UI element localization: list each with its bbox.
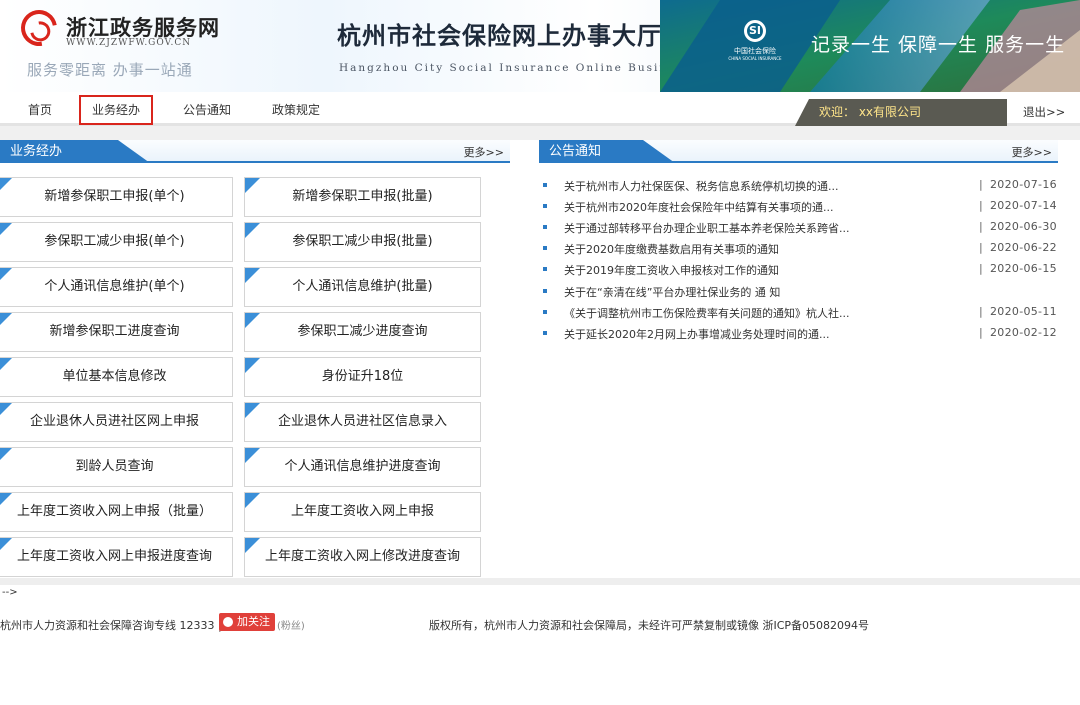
corner-icon (245, 178, 260, 193)
follow-label: 加关注 (237, 615, 270, 628)
service-button[interactable]: 企业退休人员进社区信息录入 (244, 402, 481, 442)
notice-row: 关于2019年度工资收入申报核对工作的通知|2020-06-15 (541, 259, 1056, 280)
corner-icon (0, 403, 12, 418)
notices-more-link[interactable]: 更多>> (1012, 144, 1052, 160)
notice-title-link[interactable]: 关于杭州市人力社保医保、税务信息系统停机切换的通... (564, 178, 839, 194)
notice-title-link[interactable]: 关于2020年度缴费基数启用有关事项的通知 (564, 241, 779, 257)
nav-business[interactable]: 业务经办 (79, 95, 153, 125)
service-button[interactable]: 上年度工资收入网上申报（批量） (0, 492, 233, 532)
service-button[interactable]: 个人通讯信息维护(单个) (0, 267, 233, 307)
corner-icon (0, 223, 12, 238)
corner-icon (0, 178, 12, 193)
social-insurance-logo-icon: SI 中国社会保险 CHINA SOCIAL INSURANCE (724, 20, 782, 64)
site-title: 杭州市社会保险网上办事大厅 (337, 16, 662, 51)
footer-divider (0, 578, 1080, 585)
notices-panel-header: 公告通知 更多>> (539, 140, 1058, 163)
bullet-icon (543, 310, 547, 314)
logout-link[interactable]: 退出>> (1023, 104, 1065, 120)
corner-icon (245, 538, 260, 553)
notice-date: 2020-06-15 (990, 262, 1057, 275)
notice-date: 2020-05-11 (990, 305, 1057, 318)
notice-date: 2020-02-12 (990, 326, 1057, 339)
brand-url: WWW.ZJZWFW.GOV.CN (66, 38, 191, 48)
service-button[interactable]: 参保职工减少申报(批量) (244, 222, 481, 262)
services-panel-title: 业务经办 (0, 140, 150, 163)
corner-icon (0, 268, 12, 283)
notice-title-link[interactable]: 关于在“亲清在线”平台办理社保业务的 通 知 (564, 284, 780, 300)
notice-title-link[interactable]: 关于杭州市2020年度社会保险年中结算有关事项的通... (564, 199, 833, 215)
corner-icon (0, 493, 12, 508)
corner-icon (245, 313, 260, 328)
service-button[interactable]: 新增参保职工进度查询 (0, 312, 233, 352)
notice-date: 2020-07-14 (990, 199, 1057, 212)
zjzwfw-logo-icon (14, 3, 64, 53)
service-button[interactable]: 参保职工减少申报(单个) (0, 222, 233, 262)
service-button[interactable]: 上年度工资收入网上申报进度查询 (0, 537, 233, 577)
main-nav: 首页 业务经办 公告通知 政策规定 欢迎： xx有限公司 退出>> (0, 92, 1080, 126)
notice-row: 关于杭州市2020年度社会保险年中结算有关事项的通...|2020-07-14 (541, 196, 1056, 217)
service-button[interactable]: 新增参保职工申报(单个) (0, 177, 233, 217)
service-button[interactable]: 个人通讯信息维护(批量) (244, 267, 481, 307)
notice-title-link[interactable]: 关于2019年度工资收入申报核对工作的通知 (564, 262, 779, 278)
corner-icon (245, 268, 260, 283)
service-button[interactable]: 企业退休人员进社区网上申报 (0, 402, 233, 442)
corner-icon (245, 448, 260, 463)
notice-title-link[interactable]: 关于通过部转移平台办理企业职工基本养老保险关系跨省... (564, 220, 850, 236)
notice-date: 2020-07-16 (990, 178, 1057, 191)
notice-row: 关于2020年度缴费基数启用有关事项的通知|2020-06-22 (541, 238, 1056, 259)
corner-icon (245, 493, 260, 508)
corner-icon (0, 448, 12, 463)
bullet-icon (543, 225, 547, 229)
stray-comment-text: --> (2, 587, 18, 598)
corner-icon (0, 313, 12, 328)
service-button[interactable]: 单位基本信息修改 (0, 357, 233, 397)
corner-icon (245, 403, 260, 418)
si-logo-cn: 中国社会保险 (724, 46, 786, 56)
notice-row: 关于杭州市人力社保医保、税务信息系统停机切换的通...|2020-07-16 (541, 175, 1056, 196)
bullet-icon (543, 267, 547, 271)
nav-notices[interactable]: 公告通知 (177, 95, 237, 125)
service-button[interactable]: 新增参保职工申报(批量) (244, 177, 481, 217)
corner-icon (0, 538, 12, 553)
notice-title-link[interactable]: 关于延长2020年2月网上办事增减业务处理时间的通... (564, 326, 829, 342)
bullet-icon (543, 246, 547, 250)
welcome-banner: 欢迎： xx有限公司 (795, 99, 1007, 126)
bullet-icon (543, 183, 547, 187)
nav-gap (0, 126, 1080, 140)
header-banner: 浙江政务服务网 WWW.ZJZWFW.GOV.CN 服务零距离 办事一站通 杭州… (0, 0, 1080, 92)
notice-row: 《关于调整杭州市工伤保险费率有关问题的通知》杭人社...|2020-05-11 (541, 302, 1056, 323)
service-button[interactable]: 上年度工资收入网上申报 (244, 492, 481, 532)
service-button[interactable]: 身份证升18位 (244, 357, 481, 397)
notice-date: 2020-06-22 (990, 241, 1057, 254)
services-more-link[interactable]: 更多>> (464, 144, 504, 160)
notice-row: 关于在“亲清在线”平台办理社保业务的 通 知 (541, 281, 1056, 302)
notices-panel-title: 公告通知 (539, 140, 675, 163)
service-button[interactable]: 个人通讯信息维护进度查询 (244, 447, 481, 487)
copyright-text: 版权所有，杭州市人力资源和社会保障局，未经许可严禁复制或镜像 浙ICP备0508… (429, 617, 869, 633)
brand-slogan: 服务零距离 办事一站通 (27, 59, 193, 80)
weibo-follow-button[interactable]: 加关注 (219, 613, 275, 631)
corner-icon (245, 358, 260, 373)
service-button[interactable]: 上年度工资收入网上修改进度查询 (244, 537, 481, 577)
service-button[interactable]: 到龄人员查询 (0, 447, 233, 487)
notice-row: 关于通过部转移平台办理企业职工基本养老保险关系跨省...|2020-06-30 (541, 217, 1056, 238)
bullet-icon (543, 289, 547, 293)
notice-title-link[interactable]: 《关于调整杭州市工伤保险费率有关问题的通知》杭人社... (564, 305, 850, 321)
notice-date: 2020-06-30 (990, 220, 1057, 233)
nav-policies[interactable]: 政策规定 (266, 95, 326, 125)
hotline-text: 杭州市人力资源和社会保障咨询专线 12333 | (0, 617, 222, 633)
notice-row: 关于延长2020年2月网上办事增减业务处理时间的通...|2020-02-12 (541, 323, 1056, 344)
bullet-icon (543, 204, 547, 208)
corner-icon (0, 358, 12, 373)
services-panel-header: 业务经办 更多>> (0, 140, 510, 163)
service-button[interactable]: 参保职工减少进度查询 (244, 312, 481, 352)
nav-home[interactable]: 首页 (14, 95, 66, 125)
fans-count: (粉丝) (277, 617, 305, 632)
tagline: 记录一生 保障一生 服务一生 (811, 30, 1065, 57)
bullet-icon (543, 331, 547, 335)
si-logo-en: CHINA SOCIAL INSURANCE (724, 56, 786, 61)
corner-icon (245, 223, 260, 238)
